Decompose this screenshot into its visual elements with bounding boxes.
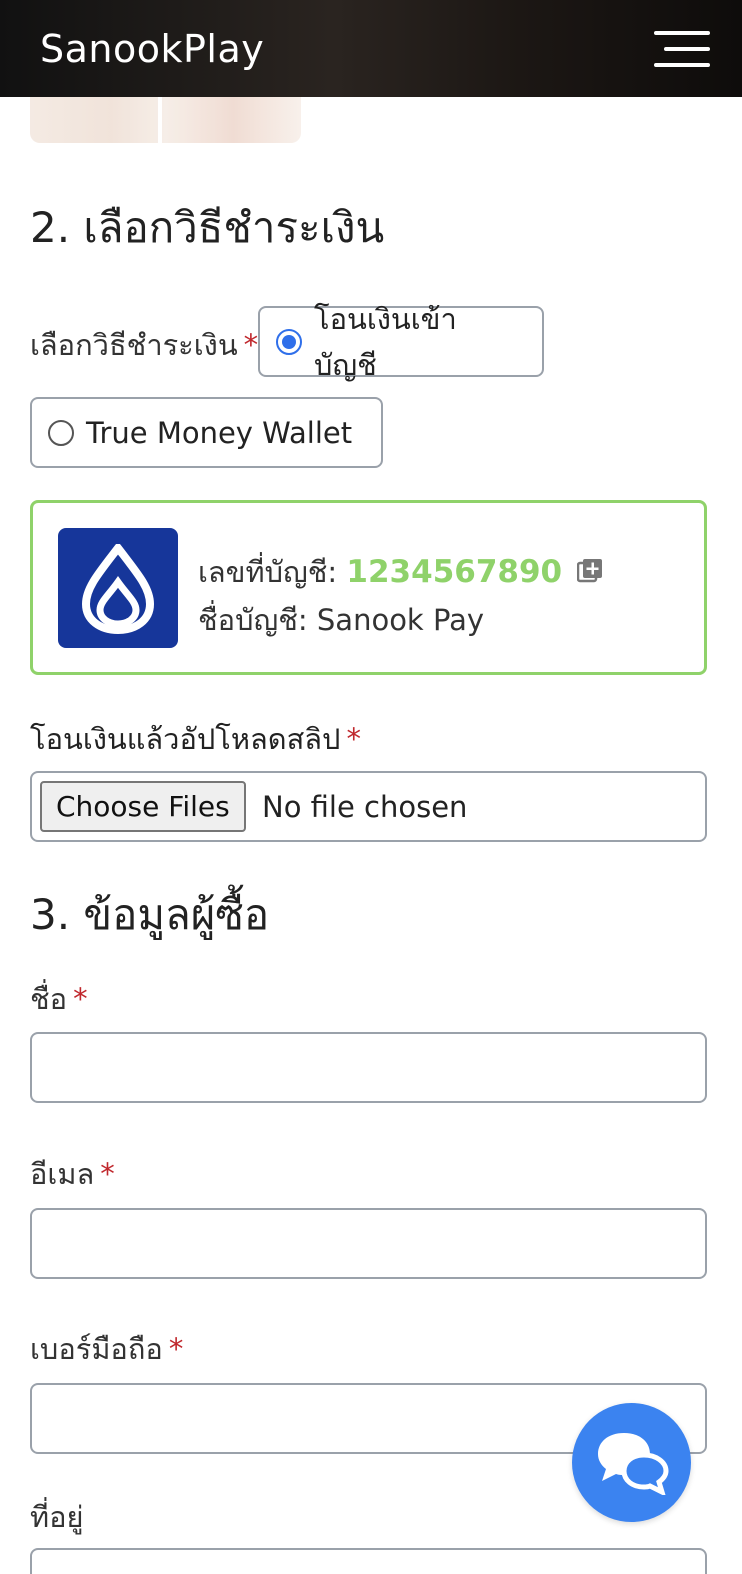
address-input[interactable] [30, 1548, 707, 1574]
choose-files-button[interactable]: Choose Files [40, 781, 246, 832]
top-navbar: SanookPlay [0, 0, 742, 97]
hamburger-menu-icon[interactable] [654, 29, 710, 69]
email-field-label: อีเมล * [30, 1157, 115, 1191]
chat-bubbles-icon [598, 1433, 669, 1495]
account-name-label: ชื่อบัญชี: [198, 603, 308, 637]
buyer-section-title: 3. ข้อมูลผู้ซื้อ [30, 890, 270, 939]
account-name-row: ชื่อบัญชี: Sanook Pay [198, 597, 484, 643]
radio-bank-transfer-label: โอนเงินเข้าบัญชี [314, 301, 457, 382]
copy-icon[interactable] [577, 557, 603, 591]
chat-button[interactable] [572, 1403, 691, 1522]
email-input[interactable] [30, 1208, 707, 1279]
address-field-label: ที่อยู่ [30, 1500, 84, 1534]
account-name-value: Sanook Pay [316, 603, 485, 637]
file-status-text: No file chosen [262, 790, 468, 824]
payment-section-title: 2. เลือกวิธีชำระเงิน [30, 203, 385, 252]
account-number-value: 1234567890 [346, 554, 563, 590]
phone-field-label: เบอร์มือถือ * [30, 1332, 184, 1366]
radio-bank-transfer[interactable]: โอนเงินเข้าบัญชี [258, 302, 544, 382]
name-input[interactable] [30, 1032, 707, 1103]
bank-lotus-logo-icon [58, 528, 178, 648]
name-field-label: ชื่อ * [30, 982, 88, 1016]
radio-unselected-icon[interactable] [48, 419, 74, 446]
account-number-row: เลขที่บัญชี: 1234567890 [198, 549, 603, 595]
brand-logo-text[interactable]: SanookPlay [40, 27, 264, 71]
radio-true-money-wallet[interactable]: True Money Wallet [30, 397, 383, 468]
radio-true-money-label: True Money Wallet [86, 415, 353, 450]
upload-slip-label: โอนเงินแล้วอัปโหลดสลิป * [30, 722, 361, 756]
account-number-label: เลขที่บัญชี: [198, 555, 338, 589]
radio-selected-icon[interactable] [276, 328, 302, 355]
bank-account-card: เลขที่บัญชี: 1234567890 ชื่อบัญชี: Sanoo… [30, 500, 707, 675]
upload-slip-file-input[interactable]: Choose Files No file chosen [30, 771, 707, 842]
payment-method-label: เลือกวิธีชำระเงิน * [30, 328, 259, 362]
product-banner-image [30, 97, 301, 143]
